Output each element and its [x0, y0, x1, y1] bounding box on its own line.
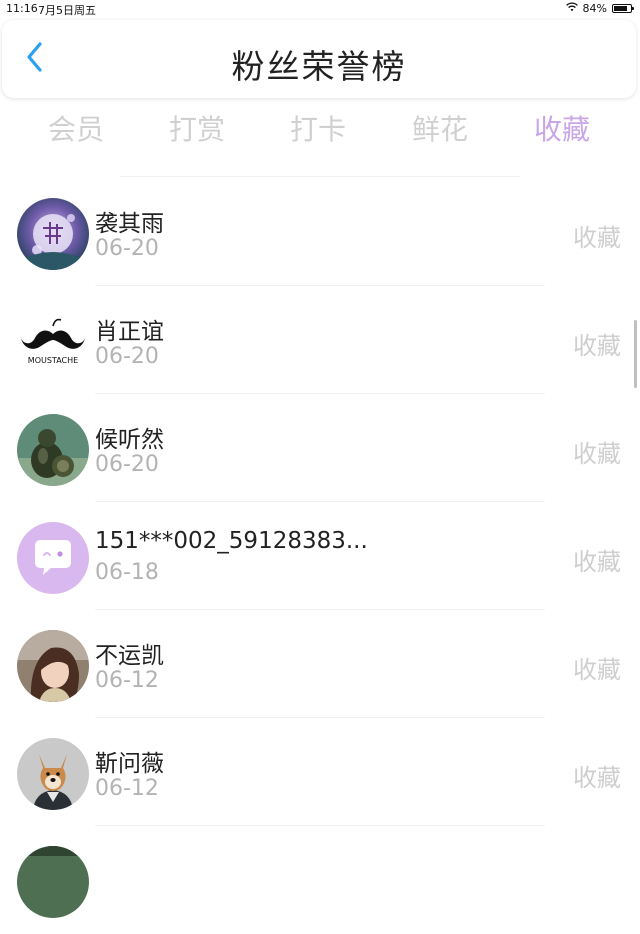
favorite-label: 收藏 [573, 440, 621, 468]
user-name: 候听然 [95, 427, 164, 453]
tab-flowers[interactable]: 鲜花 [412, 108, 468, 148]
list-item[interactable]: 151***002_59128383... 06-18 收藏 [0, 502, 640, 610]
avatar [17, 198, 89, 270]
list-item[interactable]: 靳问薇 06-12 收藏 [0, 718, 640, 826]
user-name: 肖正谊 [95, 319, 164, 345]
favorite-date: 06-20 [95, 344, 159, 369]
page-title: 粉丝荣誉榜 [231, 47, 407, 86]
tab-favorites[interactable]: 收藏 [534, 108, 590, 148]
tab-reward[interactable]: 打赏 [169, 108, 225, 148]
scrollbar[interactable] [634, 320, 637, 388]
favorite-date: 06-18 [95, 560, 159, 585]
avatar-text: MOUSTACHE [28, 356, 78, 365]
avatar [17, 630, 89, 702]
battery-level [614, 6, 627, 11]
avatar [17, 738, 89, 810]
favorite-date: 06-12 [95, 668, 159, 693]
tab-bar: 会员 打赏 打卡 鲜花 收藏 [0, 102, 640, 152]
list-item[interactable]: 候听然 06-20 收藏 [0, 394, 640, 502]
status-bar: 11:16 7月5日周五 84% [0, 0, 640, 18]
dog-photo-avatar-icon [17, 738, 89, 810]
status-date: 7月5日周五 [38, 4, 96, 17]
tab-member[interactable]: 会员 [48, 108, 104, 148]
user-name: 151***002_59128383... [95, 528, 368, 554]
avatar [17, 414, 89, 486]
user-name: 袭其雨 [95, 211, 164, 237]
favorite-date: 06-20 [95, 236, 159, 261]
divider [120, 176, 520, 177]
list-item[interactable]: MOUSTACHE 肖正谊 06-20 收藏 [0, 286, 640, 394]
user-name: 靳问薇 [95, 751, 164, 777]
user-name: 不运凯 [95, 643, 164, 669]
favorite-label: 收藏 [573, 656, 621, 684]
favorite-label: 收藏 [573, 332, 621, 360]
battery-percent: 84% [582, 2, 607, 15]
statue-avatar-icon [17, 414, 89, 486]
avatar [17, 522, 89, 594]
header-bar: 粉丝荣誉榜 [2, 20, 636, 98]
status-right: 84% [565, 2, 634, 15]
favorite-date: 06-20 [95, 452, 159, 477]
battery-icon [612, 4, 634, 13]
favorite-label: 收藏 [573, 224, 621, 252]
favorite-date: 06-12 [95, 776, 159, 801]
girl-photo-avatar-icon [17, 630, 89, 702]
status-time: 11:16 [6, 2, 38, 15]
avatar [17, 846, 89, 918]
list-item[interactable]: 袭其雨 06-20 收藏 [0, 178, 640, 286]
moustache-avatar-icon: MOUSTACHE [17, 306, 89, 378]
list-item[interactable]: 不运凯 06-12 收藏 [0, 610, 640, 718]
favorite-label: 收藏 [573, 548, 621, 576]
partial-avatar-icon [17, 846, 89, 918]
wifi-icon [565, 2, 578, 15]
default-chat-avatar-icon [17, 522, 89, 594]
list-item[interactable] [0, 826, 640, 934]
avatar: MOUSTACHE [17, 306, 89, 378]
favorite-label: 收藏 [573, 764, 621, 792]
moon-flower-avatar-icon [17, 198, 89, 270]
tab-checkin[interactable]: 打卡 [290, 108, 346, 148]
